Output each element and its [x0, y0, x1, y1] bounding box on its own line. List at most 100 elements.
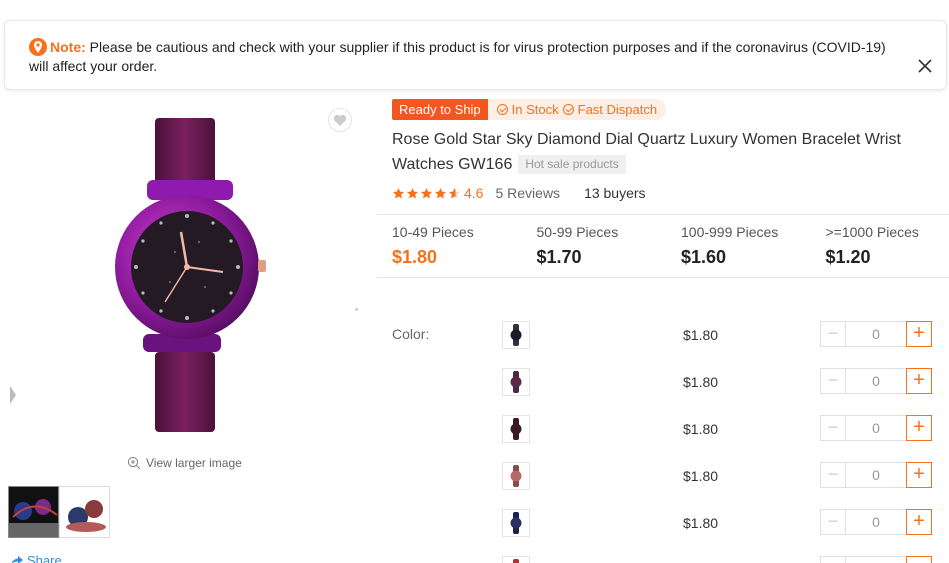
location-pin-icon [29, 38, 47, 56]
tier-range: 50-99 Pieces [536, 224, 619, 240]
watch-dial-icon [510, 376, 522, 388]
view-larger-link[interactable]: View larger image [127, 456, 242, 470]
star-icon [392, 187, 405, 198]
variant-row: $1.80 − + [500, 368, 949, 398]
price-tiers: 10-49 Pieces $1.80 50-99 Pieces $1.70 10… [392, 224, 949, 267]
shipping-badges: Ready to Ship In Stock Fast Dispatch [392, 99, 667, 120]
notice-label: Note: [50, 39, 86, 55]
quantity-input[interactable] [846, 556, 906, 563]
increase-button[interactable]: + [906, 368, 932, 394]
variant-swatch[interactable] [502, 556, 530, 563]
decrease-button[interactable]: − [820, 462, 846, 488]
variant-row [500, 556, 949, 563]
thumbnail-2[interactable] [59, 486, 110, 538]
favorite-button[interactable] [328, 108, 352, 132]
variant-price: $1.80 [683, 421, 719, 437]
star-icon [448, 187, 461, 198]
notice-message: Please be cautious and check with your s… [29, 39, 886, 74]
decrease-button[interactable] [820, 556, 846, 563]
variant-swatch[interactable] [502, 509, 530, 537]
prev-image-arrow-icon[interactable] [10, 386, 16, 404]
variant-swatch[interactable] [502, 368, 530, 396]
quantity-input[interactable] [846, 321, 906, 347]
watch-dial-icon [510, 470, 522, 482]
variant-price: $1.80 [683, 515, 719, 531]
variant-swatch[interactable] [502, 321, 530, 349]
variant-price: $1.80 [683, 374, 719, 390]
increase-button[interactable]: + [906, 415, 932, 441]
tier-range: >=1000 Pieces [825, 224, 919, 240]
product-title: Rose Gold Star Sky Diamond Dial Quartz L… [392, 127, 948, 177]
share-link[interactable]: Share [10, 553, 62, 563]
share-icon [11, 555, 23, 563]
star-icon [406, 187, 419, 198]
close-icon[interactable] [918, 59, 932, 73]
check-circle-icon [496, 104, 508, 115]
share-label: Share [27, 553, 62, 563]
price-tier: 10-49 Pieces $1.80 [392, 224, 537, 267]
tier-price: $1.80 [392, 247, 438, 267]
main-product-image[interactable] [95, 112, 295, 442]
heart-icon [333, 114, 347, 126]
notice-text: Note: Please be cautious and check with … [29, 38, 899, 76]
variant-swatch[interactable] [502, 462, 530, 490]
increase-button[interactable]: + [906, 462, 932, 488]
quantity-stepper: − + [820, 415, 932, 441]
in-stock-label: In Stock [511, 102, 559, 117]
variant-row: $1.80 − + [500, 509, 949, 539]
quantity-input[interactable] [846, 462, 906, 488]
quantity-input[interactable] [846, 509, 906, 535]
price-tier: >=1000 Pieces $1.20 [826, 224, 949, 267]
quantity-stepper [820, 556, 932, 563]
price-tier: 100-999 Pieces $1.60 [681, 224, 826, 267]
tier-range: 100-999 Pieces [681, 224, 779, 240]
fast-dispatch-label: Fast Dispatch [577, 102, 658, 117]
price-tier: 50-99 Pieces $1.70 [537, 224, 682, 267]
check-circle-icon [562, 104, 574, 115]
watch-dial-icon [510, 423, 522, 435]
stock-dispatch-badge: In Stock Fast Dispatch [487, 99, 667, 120]
hot-sale-tag[interactable]: Hot sale products [518, 155, 626, 174]
color-label: Color: [392, 326, 430, 342]
ready-to-ship-badge: Ready to Ship [392, 99, 488, 120]
tier-price: $1.70 [536, 247, 582, 267]
product-title-text: Rose Gold Star Sky Diamond Dial Quartz L… [392, 131, 901, 173]
variant-row: $1.80 − + [500, 462, 949, 492]
rating-value: 4.6 [464, 185, 484, 201]
decrease-button[interactable]: − [820, 368, 846, 394]
decrease-button[interactable]: − [820, 509, 846, 535]
quantity-input[interactable] [846, 415, 906, 441]
reviews-link[interactable]: 5 Reviews [495, 185, 560, 201]
rating-row: 4.6 5 Reviews 13 buyers [392, 185, 646, 201]
increase-button[interactable]: + [906, 509, 932, 535]
thumbnail-1[interactable] [8, 486, 59, 538]
zoom-in-icon [127, 456, 141, 470]
variant-row: $1.80 − + [500, 415, 949, 445]
variant-price: $1.80 [683, 468, 719, 484]
tier-price: $1.60 [681, 247, 727, 267]
variant-row: $1.80 − + [500, 321, 949, 351]
quantity-stepper: − + [820, 321, 932, 347]
quantity-stepper: − + [820, 368, 932, 394]
tier-price: $1.20 [825, 247, 871, 267]
divider [377, 277, 949, 278]
divider [377, 214, 949, 215]
watch-dial-icon [510, 517, 522, 529]
tier-range: 10-49 Pieces [392, 224, 474, 240]
decrease-button[interactable]: − [820, 321, 846, 347]
star-icon [420, 187, 433, 198]
quantity-input[interactable] [846, 368, 906, 394]
star-icon [434, 187, 447, 198]
quantity-stepper: − + [820, 462, 932, 488]
watch-dial-icon [510, 329, 522, 341]
thumbnail-strip [8, 486, 110, 538]
variant-price: $1.80 [683, 327, 719, 343]
rating-stars [392, 187, 461, 200]
variant-swatch[interactable] [502, 415, 530, 443]
increase-button[interactable] [906, 556, 932, 563]
decrease-button[interactable]: − [820, 415, 846, 441]
increase-button[interactable]: + [906, 321, 932, 347]
view-larger-label: View larger image [146, 456, 242, 470]
buyers-count: 13 buyers [584, 185, 646, 201]
divider-dot [355, 308, 358, 311]
